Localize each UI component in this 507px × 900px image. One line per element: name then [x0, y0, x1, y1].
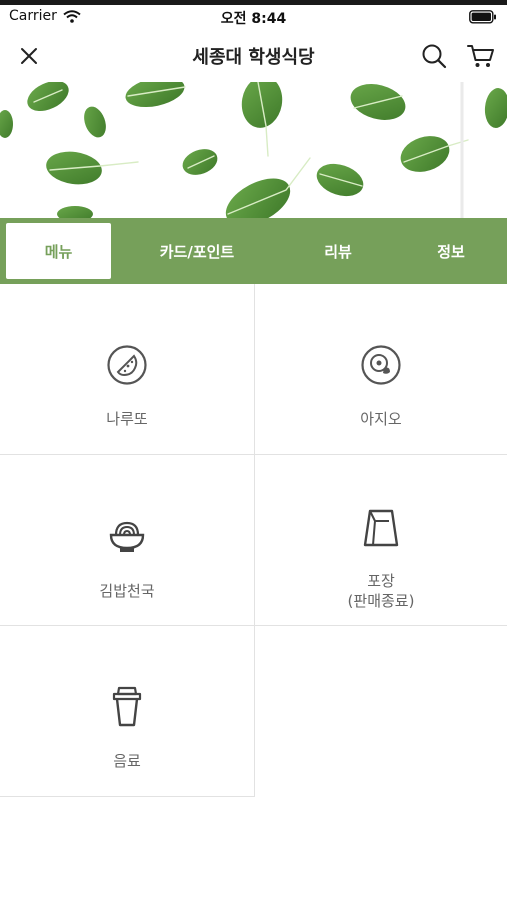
tab-reviews[interactable]: 리뷰 [290, 218, 386, 284]
noodle-bowl-icon [0, 515, 254, 557]
search-button[interactable] [418, 40, 450, 72]
category-azio[interactable]: 아지오 [255, 284, 507, 455]
spinach-leaves-illustration [0, 82, 507, 218]
category-naruto[interactable]: 나루또 [0, 284, 255, 455]
category-tabs: 메뉴 카드/포인트 리뷰 정보 [0, 218, 507, 284]
pizza-plate-icon [0, 344, 254, 386]
category-beverage[interactable]: 음료 [0, 626, 255, 797]
category-gimbap-heaven[interactable]: 김밥천국 [0, 455, 255, 626]
tab-menu[interactable]: 메뉴 [6, 223, 111, 279]
category-takeout[interactable]: 포장 (판매종료) [255, 455, 507, 626]
status-bar: Carrier 오전 8:44 [0, 5, 507, 30]
takeout-bag-icon [255, 507, 507, 549]
meal-plate-icon [255, 344, 507, 386]
category-label: 포장 [367, 572, 395, 590]
battery-icon [469, 9, 497, 28]
drink-cup-icon [0, 686, 254, 728]
status-time: 오전 8:44 [220, 11, 287, 27]
category-label: 김밥천국 [99, 582, 155, 600]
cart-icon [467, 45, 494, 67]
category-label: 음료 [113, 752, 141, 770]
store-banner-image [0, 82, 507, 218]
category-sublabel: (판매종료) [347, 592, 415, 610]
cart-button[interactable] [464, 40, 498, 72]
tab-info[interactable]: 정보 [404, 218, 498, 284]
navigation-bar: 세종대 학생식당 [0, 30, 507, 82]
search-icon [422, 44, 447, 69]
category-label: 아지오 [360, 410, 402, 428]
tab-card-points[interactable]: 카드/포인트 [126, 218, 268, 284]
category-label: 나루또 [106, 410, 148, 428]
